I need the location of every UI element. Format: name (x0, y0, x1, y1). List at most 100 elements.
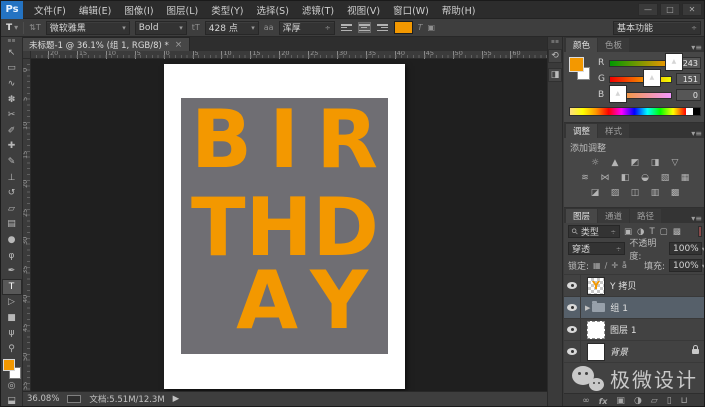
blend-mode-select[interactable]: 穿透 ÷ (568, 242, 625, 255)
toggle-panels-icon[interactable]: ▣ (427, 23, 435, 32)
eyedropper-tool[interactable]: ✐ (2, 123, 22, 139)
channel-value[interactable]: 0 (676, 89, 701, 101)
properties-panel-icon[interactable]: ◨ (548, 68, 562, 82)
tab-adjustments[interactable]: 调整 (566, 124, 597, 138)
tab-channels[interactable]: 通道 (598, 209, 629, 223)
layer-row[interactable]: 图层 1 (564, 319, 705, 341)
panel-menu-icon[interactable]: ▾≡ (691, 214, 704, 223)
zoom-tool[interactable]: ⚲ (2, 341, 22, 357)
anti-alias-select[interactable]: 浑厚 ÷ (279, 21, 335, 35)
curves-icon[interactable]: ◩ (628, 157, 643, 169)
spectrum-gradient[interactable] (570, 108, 686, 115)
tab-paths[interactable]: 路径 (630, 209, 661, 223)
lock-pixels-icon[interactable]: ∕ (605, 261, 608, 270)
blur-tool[interactable]: ● (2, 232, 22, 248)
eye-icon[interactable] (567, 326, 577, 333)
history-panel-icon[interactable]: ⟲ (548, 49, 562, 63)
link-layers-icon[interactable]: ∞ (582, 396, 590, 406)
slider-thumb[interactable]: ▲ (609, 85, 627, 103)
menu-item[interactable]: 编辑(E) (79, 3, 111, 17)
selective-color-icon[interactable]: ▩ (668, 187, 683, 199)
photo-filter-icon[interactable]: ◒ (638, 172, 653, 184)
color-lookup-icon[interactable]: ▦ (678, 172, 693, 184)
tab-color[interactable]: 颜色 (566, 38, 597, 52)
layer-name[interactable]: 图层 1 (610, 323, 637, 336)
warp-text-icon[interactable]: T (418, 23, 423, 32)
hue-saturation-icon[interactable]: ≋ (578, 172, 593, 184)
eye-icon[interactable] (567, 282, 577, 289)
type-tool[interactable]: T (2, 279, 22, 295)
fill-field[interactable]: 100% ▾ (669, 259, 702, 272)
crop-tool[interactable]: ✂ (2, 107, 22, 123)
marquee-tool[interactable]: ▭ (2, 61, 22, 77)
black-swatch[interactable] (693, 108, 700, 115)
align-center-button[interactable] (358, 22, 371, 33)
visibility-cell[interactable] (564, 341, 581, 362)
gradient-tool[interactable]: ▤ (2, 217, 22, 233)
healing-brush-tool[interactable]: ✚ (2, 139, 22, 155)
visibility-cell[interactable] (564, 319, 581, 340)
move-tool[interactable]: ↖ (2, 45, 22, 61)
new-layer-icon[interactable]: ▯ (667, 396, 672, 406)
workspace-select[interactable]: 基本功能 ÷ (613, 21, 701, 35)
path-selection-tool[interactable]: ▷ (2, 295, 22, 311)
quick-mask-icon[interactable]: ◎ (2, 379, 22, 393)
shape-tool[interactable]: ■ (2, 310, 22, 326)
close-button[interactable]: ✕ (682, 3, 702, 16)
lock-position-icon[interactable]: ✛ (611, 261, 618, 270)
menu-item[interactable]: 窗口(W) (393, 3, 429, 17)
lasso-tool[interactable]: ∿ (2, 76, 22, 92)
screen-mode-icon[interactable]: ⬓ (2, 394, 22, 407)
panel-menu-icon[interactable]: ▾≡ (691, 43, 704, 52)
tab-styles[interactable]: 样式 (598, 124, 629, 138)
new-group-icon[interactable]: ▱ (651, 396, 658, 406)
opacity-field[interactable]: 100% ▾ (669, 242, 702, 255)
slider-thumb[interactable]: ▲ (665, 53, 683, 71)
font-size-select[interactable]: 428 点 ▾ (205, 21, 259, 35)
layer-style-icon[interactable]: fx (599, 397, 608, 406)
layer-filter-type-select[interactable]: ⚲ 类型 ÷ (568, 225, 620, 238)
lock-transparency-icon[interactable]: ▦ (593, 261, 601, 270)
foreground-color-swatch[interactable] (3, 359, 15, 371)
eye-icon[interactable] (567, 348, 577, 355)
eraser-tool[interactable]: ▱ (2, 201, 22, 217)
maximize-button[interactable]: □ (660, 3, 680, 16)
color-balance-icon[interactable]: ⋈ (598, 172, 613, 184)
layer-thumbnail[interactable]: Y (587, 277, 605, 295)
color-spectrum-bar[interactable] (569, 107, 701, 116)
white-swatch[interactable] (686, 108, 693, 115)
menu-item[interactable]: 选择(S) (256, 3, 288, 17)
quick-selection-tool[interactable]: ✽ (2, 92, 22, 108)
menu-item[interactable]: 视图(V) (347, 3, 380, 17)
menu-item[interactable]: 图像(I) (124, 3, 153, 17)
filter-smart-objects-icon[interactable]: ▩ (673, 227, 681, 237)
menu-item[interactable]: 图层(L) (167, 3, 199, 17)
layer-name[interactable]: Y 拷贝 (610, 279, 636, 292)
brush-tool[interactable]: ✎ (2, 154, 22, 170)
visibility-cell[interactable] (564, 275, 581, 296)
layer-thumbnail[interactable] (587, 321, 605, 339)
layer-row[interactable]: 背景 (564, 341, 705, 363)
minimize-button[interactable]: — (638, 3, 658, 16)
type-tool-preset[interactable]: T ▾ (6, 23, 18, 33)
filter-on-toggle[interactable] (698, 226, 702, 237)
dodge-tool[interactable]: φ (2, 248, 22, 264)
delete-layer-icon[interactable]: ⊔ (681, 396, 688, 406)
threshold-icon[interactable]: ◫ (628, 187, 643, 199)
posterize-icon[interactable]: ▨ (608, 187, 623, 199)
layer-row[interactable]: ▶ 组 1 (564, 297, 705, 319)
text-color-swatch[interactable] (394, 21, 413, 34)
black-white-icon[interactable]: ◧ (618, 172, 633, 184)
channel-slider[interactable]: ▲ (609, 60, 672, 67)
disclosure-triangle-icon[interactable]: ▶ (585, 304, 590, 312)
panel-menu-icon[interactable]: ▾≡ (691, 129, 704, 138)
menu-item[interactable]: 类型(Y) (211, 3, 243, 17)
invert-icon[interactable]: ◪ (588, 187, 603, 199)
close-tab-icon[interactable]: × (175, 40, 183, 50)
lock-all-icon[interactable]: å (622, 261, 627, 270)
layer-name[interactable]: 组 1 (610, 301, 628, 314)
tab-swatches[interactable]: 色板 (598, 38, 629, 52)
text-orientation-icon[interactable]: ⇅T (29, 23, 41, 32)
brightness-contrast-icon[interactable]: ☼ (588, 157, 603, 169)
layer-thumbnail[interactable] (587, 343, 605, 361)
